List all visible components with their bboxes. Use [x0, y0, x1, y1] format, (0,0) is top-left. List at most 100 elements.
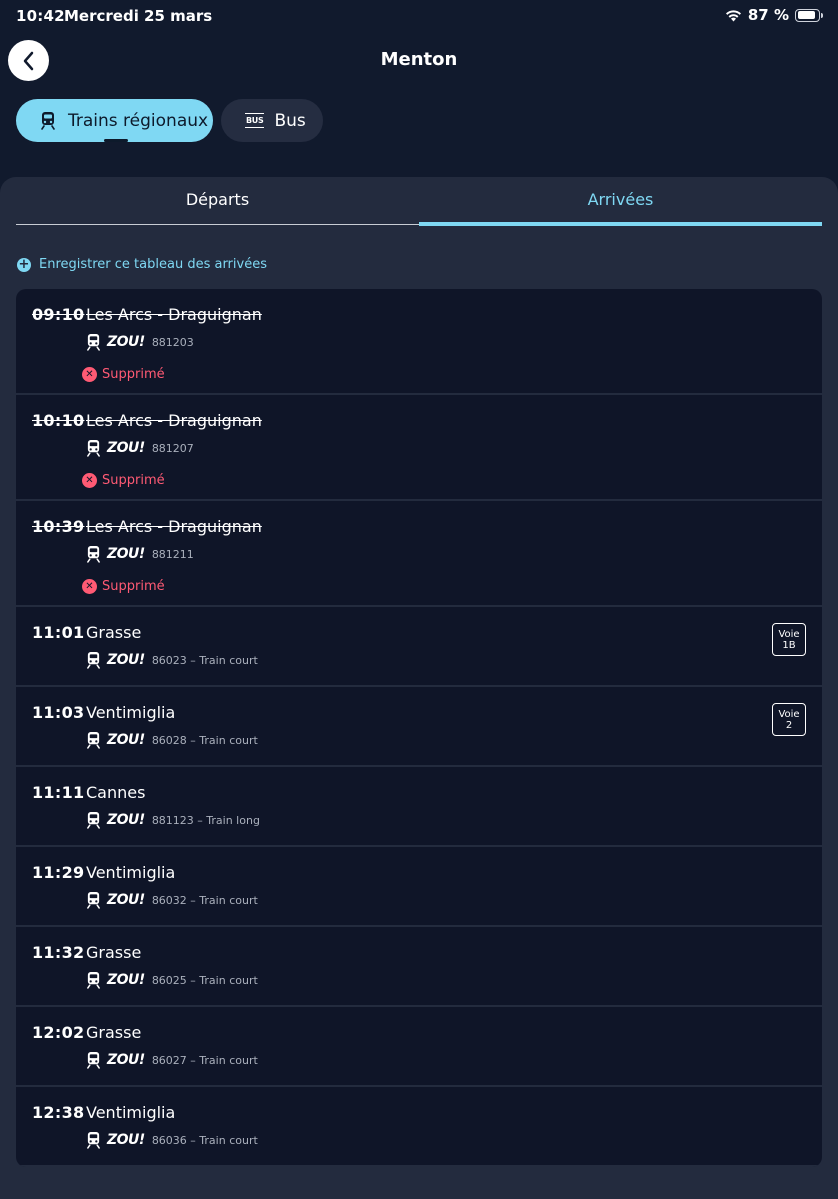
arrival-time: 12:02 [32, 1023, 85, 1042]
status-indicators: 87 % [725, 6, 823, 24]
page-title: Menton [380, 49, 458, 70]
arrival-row[interactable]: 11:01 Grasse ZOU! 86023 – Train court Voie 1B [16, 607, 822, 687]
main-panel: Départs Arrivées + Enregistrer ce tablea… [0, 177, 838, 1199]
arrival-time: 11:01 [32, 623, 85, 642]
brand-logo: ZOU! [107, 732, 145, 748]
train-detail: 86028 – Train court [151, 733, 258, 747]
arrival-destination: Les Arcs - Draguignan [86, 517, 262, 536]
active-mode-indicator [104, 139, 128, 142]
status-date: Mercredi 25 mars [64, 7, 213, 25]
train-icon [41, 112, 55, 130]
train-icon [87, 892, 100, 909]
brand-logo: ZOU! [107, 1132, 145, 1148]
status-time: 10:42 [16, 7, 65, 25]
train-icon [87, 972, 100, 989]
brand-logo: ZOU! [107, 334, 145, 350]
arrival-row[interactable]: 11:11 Cannes ZOU! 881123 – Train long [16, 767, 822, 847]
train-icon [87, 1052, 100, 1069]
mode-trains-label: Trains régionaux [68, 110, 209, 131]
train-detail: 86027 – Train court [151, 1053, 258, 1067]
save-board-link[interactable]: + Enregistrer ce tableau des arrivées [17, 257, 267, 272]
arrival-time: 11:32 [32, 943, 85, 962]
train-info: ZOU! 86036 – Train court [86, 1131, 258, 1149]
train-icon [87, 812, 100, 829]
train-detail: 881123 – Train long [151, 813, 260, 827]
train-icon [87, 546, 100, 563]
platform-number: 2 [785, 720, 793, 731]
brand-logo: ZOU! [107, 652, 145, 668]
train-detail: 881203 [151, 335, 194, 349]
train-info: ZOU! 86027 – Train court [86, 1051, 258, 1069]
train-info: ZOU! 86025 – Train court [86, 971, 258, 989]
brand-logo: ZOU! [107, 812, 145, 828]
train-info: ZOU! 881207 [86, 439, 194, 457]
arrival-time: 11:11 [32, 783, 85, 802]
brand-logo: ZOU! [107, 972, 145, 988]
train-detail: 86036 – Train court [151, 1133, 258, 1147]
arrival-destination: Ventimiglia [86, 1103, 176, 1122]
brand-logo: ZOU! [107, 440, 145, 456]
bus-icon: BUS [245, 113, 265, 128]
arrival-row[interactable]: 11:29 Ventimiglia ZOU! 86032 – Train court [16, 847, 822, 927]
arrival-row[interactable]: 12:02 Grasse ZOU! 86027 – Train court [16, 1007, 822, 1087]
train-info: ZOU! 881203 [86, 333, 194, 351]
arrival-time: 09:10 [32, 305, 85, 324]
arrivals-list: 09:10 Les Arcs - Draguignan ZOU! 881203 ✕ Sup… [16, 289, 822, 1167]
arrival-row[interactable]: 10:39 Les Arcs - Draguignan ZOU! 881211 ✕ Sup… [16, 501, 822, 607]
train-info: ZOU! 881123 – Train long [86, 811, 260, 829]
mode-trains-button[interactable]: Trains régionaux [16, 99, 213, 142]
platform-badge: Voie 2 [772, 703, 806, 736]
train-detail: 881207 [151, 441, 194, 455]
tab-departs[interactable]: Départs [16, 190, 419, 209]
train-detail: 86032 – Train court [151, 893, 258, 907]
cancelled-label: Supprimé [102, 367, 165, 382]
mode-bus-button[interactable]: BUS Bus [221, 99, 323, 142]
train-detail: 86023 – Train court [151, 653, 258, 667]
mode-bus-label: Bus [274, 110, 306, 131]
battery-percent: 87 % [747, 6, 789, 24]
cancelled-status: ✕ Supprimé [82, 579, 165, 594]
arrival-time: 10:39 [32, 517, 85, 536]
cancelled-icon: ✕ [82, 579, 97, 594]
train-info: ZOU! 86023 – Train court [86, 651, 258, 669]
arrival-row[interactable]: 11:03 Ventimiglia ZOU! 86028 – Train court V… [16, 687, 822, 767]
train-info: ZOU! 86032 – Train court [86, 891, 258, 909]
train-detail: 881211 [151, 547, 194, 561]
train-icon [87, 334, 100, 351]
cancelled-icon: ✕ [82, 367, 97, 382]
platform-number: 1B [782, 640, 796, 651]
platform-label: Voie [778, 629, 800, 640]
arrival-row[interactable]: 10:10 Les Arcs - Draguignan ZOU! 881207 ✕ Sup… [16, 395, 822, 501]
train-icon [87, 440, 100, 457]
arrival-destination: Ventimiglia [86, 703, 176, 722]
arrival-destination: Cannes [86, 783, 146, 802]
cancelled-label: Supprimé [102, 473, 165, 488]
arrival-time: 12:38 [32, 1103, 85, 1122]
battery-icon [795, 8, 823, 22]
cancelled-status: ✕ Supprimé [82, 473, 165, 488]
platform-badge: Voie 1B [772, 623, 806, 656]
arrival-time: 11:29 [32, 863, 85, 882]
status-bar: 10:42 Mercredi 25 mars 87 % [0, 0, 838, 32]
wifi-icon [725, 9, 741, 21]
tab-arrivees[interactable]: Arrivées [419, 190, 822, 209]
arrival-time: 10:10 [32, 411, 85, 430]
arrival-destination: Les Arcs - Draguignan [86, 305, 262, 324]
arrival-row[interactable]: 09:10 Les Arcs - Draguignan ZOU! 881203 ✕ Sup… [16, 289, 822, 395]
train-icon [87, 1132, 100, 1149]
arrival-destination: Grasse [86, 1023, 142, 1042]
arrival-row[interactable]: 12:38 Ventimiglia ZOU! 86036 – Train court [16, 1087, 822, 1167]
arrival-time: 11:03 [32, 703, 85, 722]
save-board-label: Enregistrer ce tableau des arrivées [39, 257, 267, 272]
platform-label: Voie [778, 709, 800, 720]
train-icon [87, 652, 100, 669]
arrival-destination: Les Arcs - Draguignan [86, 411, 262, 430]
cancelled-icon: ✕ [82, 473, 97, 488]
arrival-destination: Ventimiglia [86, 863, 176, 882]
active-tab-indicator [419, 222, 822, 226]
battery-level [797, 11, 815, 19]
brand-logo: ZOU! [107, 892, 145, 908]
train-icon [87, 732, 100, 749]
arrival-destination: Grasse [86, 623, 142, 642]
arrival-row[interactable]: 11:32 Grasse ZOU! 86025 – Train court [16, 927, 822, 1007]
